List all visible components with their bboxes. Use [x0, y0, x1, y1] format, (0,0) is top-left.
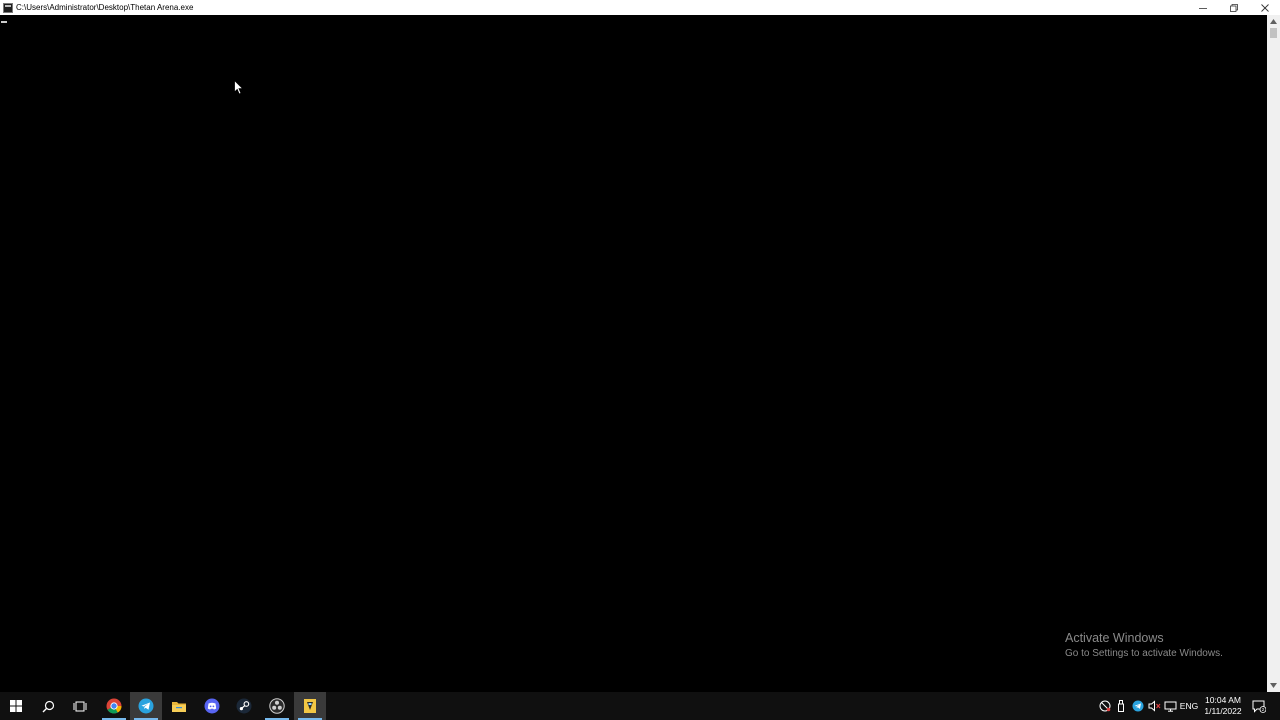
windows-logo-icon	[10, 700, 22, 712]
taskbar-discord[interactable]	[196, 692, 228, 720]
taskbar-thetan-arena[interactable]	[294, 692, 326, 720]
taskbar-obs[interactable]	[261, 692, 293, 720]
clock-time: 10:04 AM	[1205, 695, 1241, 705]
minimize-icon	[1198, 7, 1207, 9]
discord-icon	[204, 698, 220, 714]
vpn-icon	[1099, 700, 1111, 712]
tray-usb[interactable]	[1114, 692, 1128, 720]
close-icon	[1260, 3, 1269, 12]
tray-volume[interactable]	[1146, 692, 1162, 720]
tray-language[interactable]: ENG	[1179, 692, 1199, 720]
task-view-icon	[73, 701, 87, 711]
scroll-up-button[interactable]	[1267, 15, 1280, 28]
usb-icon	[1118, 700, 1124, 712]
taskbar-file-explorer[interactable]	[163, 692, 195, 720]
tray-telegram[interactable]	[1130, 692, 1146, 720]
telegram-tray-icon	[1132, 700, 1144, 712]
folder-icon	[172, 701, 186, 712]
tray-vpn[interactable]	[1097, 692, 1113, 720]
taskbar-telegram[interactable]	[130, 692, 162, 720]
scroll-down-button[interactable]	[1267, 679, 1280, 692]
restore-icon	[1229, 3, 1238, 12]
tray-network[interactable]	[1162, 692, 1178, 720]
telegram-icon	[138, 698, 154, 714]
tray-clock[interactable]: 10:04 AM 1/11/2022	[1198, 692, 1248, 720]
game-icon	[304, 699, 316, 713]
taskbar: ENG 10:04 AM 1/11/2022 2	[0, 692, 1280, 720]
start-button[interactable]	[0, 692, 32, 720]
volume-muted-icon	[1148, 700, 1160, 712]
notification-icon: 2	[1252, 700, 1266, 713]
minimize-button[interactable]	[1187, 0, 1218, 15]
chevron-down-icon	[1270, 683, 1277, 688]
taskbar-steam[interactable]	[228, 692, 260, 720]
console-title-bar[interactable]: C:\Users\Administrator\Desktop\Thetan Ar…	[0, 0, 1280, 15]
chevron-up-icon	[1270, 19, 1277, 24]
scroll-thumb[interactable]	[1270, 28, 1277, 38]
action-center-button[interactable]: 2	[1248, 692, 1270, 720]
chrome-icon	[106, 698, 122, 714]
window-controls	[1187, 0, 1280, 15]
steam-icon	[236, 698, 252, 714]
network-icon	[1164, 701, 1176, 712]
task-view-button[interactable]	[64, 692, 96, 720]
vertical-scrollbar[interactable]	[1267, 15, 1280, 692]
console-output-area[interactable]	[0, 15, 1267, 692]
taskbar-chrome[interactable]	[98, 692, 130, 720]
close-button[interactable]	[1249, 0, 1280, 15]
window-title: C:\Users\Administrator\Desktop\Thetan Ar…	[16, 3, 194, 12]
clock-date: 1/11/2022	[1204, 706, 1242, 716]
watermark-subtitle: Go to Settings to activate Windows.	[1065, 648, 1223, 659]
watermark-title: Activate Windows	[1065, 631, 1164, 645]
activate-windows-watermark: Activate Windows Go to Settings to activ…	[1065, 631, 1223, 661]
text-cursor	[1, 21, 7, 23]
language-indicator: ENG	[1179, 701, 1199, 711]
obs-icon	[269, 698, 285, 714]
restore-button[interactable]	[1218, 0, 1249, 15]
search-icon	[42, 700, 54, 712]
console-app-icon	[3, 2, 13, 13]
mouse-pointer-icon	[234, 80, 244, 95]
search-button[interactable]	[32, 692, 64, 720]
